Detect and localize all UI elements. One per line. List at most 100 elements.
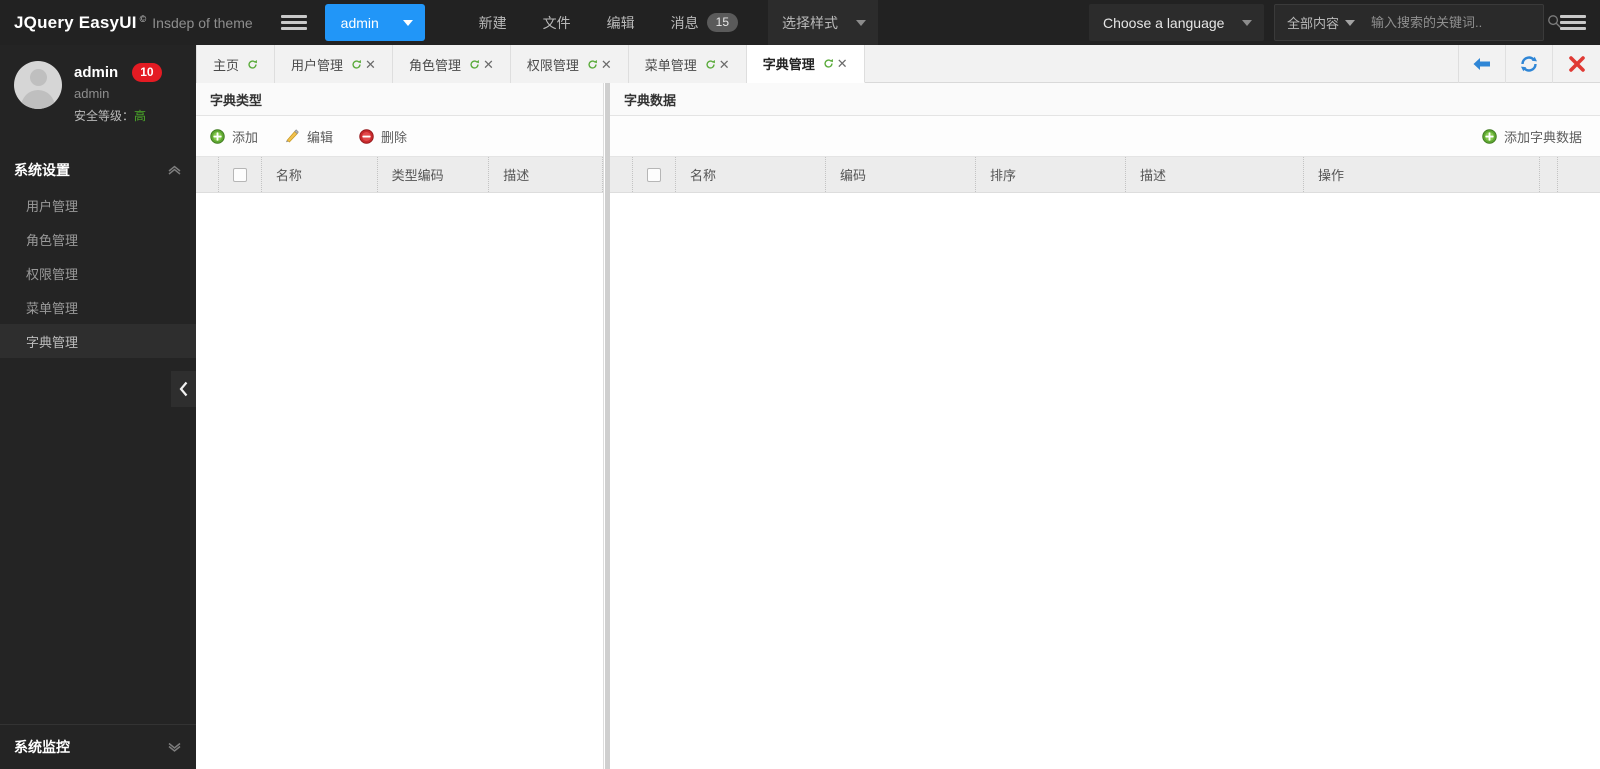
close-all-icon xyxy=(1568,56,1585,72)
header-menu-icon[interactable] xyxy=(1560,10,1586,36)
close-icon[interactable]: ✕ xyxy=(365,58,376,71)
nav-item-file[interactable]: 文件 xyxy=(525,0,589,45)
sidebar-item-label: 权限管理 xyxy=(26,266,79,282)
grid-gutter xyxy=(196,157,218,192)
security-level-value: 高 xyxy=(134,109,147,123)
sidebar-item-label: 角色管理 xyxy=(26,232,79,248)
hamburger-icon[interactable] xyxy=(280,10,307,36)
add-circle-icon xyxy=(1482,128,1497,144)
tab-refresh-button[interactable] xyxy=(1506,45,1553,83)
brand-name: JQuery EasyUI xyxy=(14,12,137,32)
tab-dictionary-management[interactable]: 字典管理 ✕ xyxy=(746,45,865,83)
column-header-label: 编码 xyxy=(840,168,867,183)
left-grid-body xyxy=(196,193,603,769)
delete-button-label: 删除 xyxy=(381,129,408,145)
sidebar-item-label: 用户管理 xyxy=(26,198,79,214)
add-button[interactable]: 添加 xyxy=(210,127,258,146)
refresh-icon xyxy=(248,59,257,69)
language-select-dropdown[interactable]: Choose a language xyxy=(1089,4,1264,41)
tab-icons: ✕ xyxy=(587,58,612,71)
close-icon[interactable]: ✕ xyxy=(719,58,730,71)
close-icon[interactable]: ✕ xyxy=(601,58,612,71)
column-header-actions[interactable]: 操作 xyxy=(1304,157,1540,192)
tab-bar-tools xyxy=(1458,45,1600,83)
chevron-up-icon xyxy=(167,162,182,178)
nav-item-new[interactable]: 新建 xyxy=(461,0,525,45)
tab-icons: ✕ xyxy=(823,57,848,70)
notification-count-badge[interactable]: 10 xyxy=(132,63,162,82)
right-panel-toolbar: 添加字典数据 xyxy=(610,116,1600,157)
sidebar-item-label: 字典管理 xyxy=(26,334,79,350)
chevron-down-icon xyxy=(856,19,867,26)
security-level: 安全等级：高 xyxy=(74,107,162,124)
column-header-label: 名称 xyxy=(690,168,717,183)
nav-item-label: 消息 xyxy=(670,14,699,31)
security-level-text: 安全等级： xyxy=(74,109,135,123)
left-panel-toolbar: 添加 编辑 删除 xyxy=(196,116,603,157)
user-display-name: admin xyxy=(74,64,119,81)
tab-permission-management[interactable]: 权限管理 ✕ xyxy=(510,45,629,83)
column-header-label: 操作 xyxy=(1318,168,1345,183)
chevron-down-icon xyxy=(167,739,182,755)
right-grid-body xyxy=(610,193,1600,769)
refresh-icon xyxy=(352,59,361,69)
tab-home[interactable]: 主页 xyxy=(196,45,276,83)
column-header-code[interactable]: 编码 xyxy=(826,157,976,192)
tab-label: 字典管理 xyxy=(762,57,815,72)
dictionary-type-panel: 字典类型 添加 编辑 删除 名称 类型编码 描述 xyxy=(196,83,604,769)
sidebar-item-menu-management[interactable]: 菜单管理 xyxy=(0,290,196,324)
sidebar-item-role-management[interactable]: 角色管理 xyxy=(0,222,196,256)
admin-dropdown-button[interactable]: admin xyxy=(324,4,425,41)
tab-label: 用户管理 xyxy=(291,57,344,73)
close-icon[interactable]: ✕ xyxy=(483,58,494,71)
admin-dropdown-label: admin xyxy=(340,14,379,31)
column-header-sort[interactable]: 排序 xyxy=(976,157,1126,192)
refresh-icon xyxy=(824,58,833,68)
tab-role-management[interactable]: 角色管理 ✕ xyxy=(392,45,511,83)
style-select-dropdown[interactable]: 选择样式 xyxy=(768,0,879,45)
select-all-checkbox[interactable] xyxy=(647,167,661,182)
avatar[interactable] xyxy=(14,61,62,109)
sidebar-group-system-monitor[interactable]: 系统监控 xyxy=(0,725,196,769)
select-all-header-cell[interactable] xyxy=(632,157,676,192)
sidebar-group-system-settings[interactable]: 系统设置 xyxy=(0,152,196,188)
search-icon[interactable] xyxy=(1547,14,1562,32)
column-header-name[interactable]: 名称 xyxy=(262,157,378,192)
hamburger-bar xyxy=(280,21,307,24)
nav-item-label: 新建 xyxy=(478,14,507,31)
close-all-tabs-button[interactable] xyxy=(1553,45,1600,83)
sidebar-item-user-management[interactable]: 用户管理 xyxy=(0,188,196,222)
search-input[interactable] xyxy=(1371,15,1548,30)
search-scope-dropdown[interactable]: 全部内容 xyxy=(1287,13,1356,32)
column-header-description[interactable]: 描述 xyxy=(1126,157,1304,192)
sidebar-item-dictionary-management[interactable]: 字典管理 xyxy=(0,324,196,358)
nav-item-messages[interactable]: 消息 15 xyxy=(653,0,756,45)
tab-menu-management[interactable]: 菜单管理 ✕ xyxy=(628,45,747,83)
tab-icons: ✕ xyxy=(469,58,494,71)
refresh-icon xyxy=(1521,56,1537,72)
tab-user-management[interactable]: 用户管理 ✕ xyxy=(275,45,393,83)
nav-item-edit[interactable]: 编辑 xyxy=(589,0,653,45)
hamburger-bar xyxy=(1560,15,1586,18)
copyright-symbol: © xyxy=(139,13,147,24)
brand-tagline: Insdep of theme xyxy=(152,14,253,31)
sidebar-item-permission-management[interactable]: 权限管理 xyxy=(0,256,196,290)
column-header-name[interactable]: 名称 xyxy=(676,157,826,192)
column-header-type-code[interactable]: 类型编码 xyxy=(378,157,490,192)
add-dictionary-data-button[interactable]: 添加字典数据 xyxy=(1482,127,1582,146)
close-icon[interactable]: ✕ xyxy=(837,57,848,70)
tab-scroll-left-button[interactable] xyxy=(1459,45,1506,83)
sidebar-collapse-handle[interactable] xyxy=(171,371,196,407)
delete-button[interactable]: 删除 xyxy=(359,127,407,146)
column-header-description[interactable]: 描述 xyxy=(489,157,603,192)
hamburger-bar xyxy=(1560,21,1586,24)
column-header-label: 名称 xyxy=(275,168,302,183)
panel-title-left: 字典类型 xyxy=(196,83,603,116)
message-count-badge: 15 xyxy=(706,13,739,32)
column-header-label: 描述 xyxy=(1140,168,1167,183)
select-all-header-cell[interactable] xyxy=(217,157,262,192)
hamburger-bar xyxy=(280,15,307,18)
select-all-checkbox[interactable] xyxy=(232,167,247,182)
edit-button[interactable]: 编辑 xyxy=(284,127,333,146)
panel-title-text: 字典数据 xyxy=(624,92,677,108)
